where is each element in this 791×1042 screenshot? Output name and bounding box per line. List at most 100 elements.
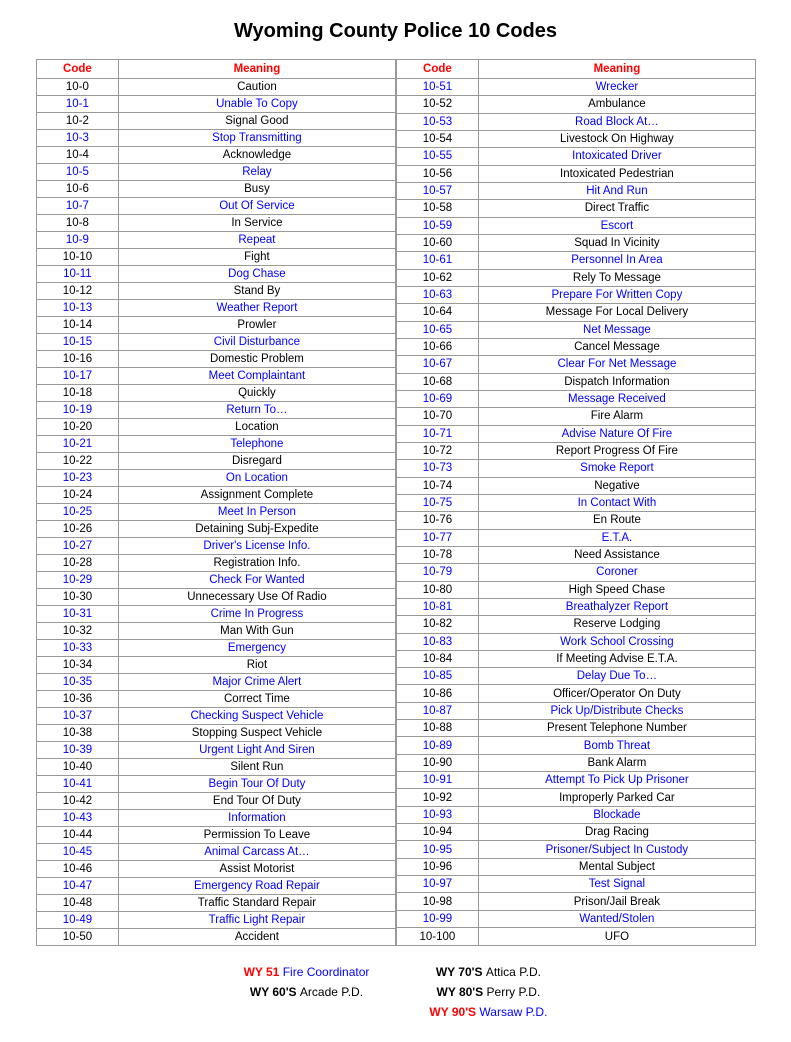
meaning-cell: Correct Time xyxy=(119,691,395,708)
code-cell: 10-96 xyxy=(396,858,479,875)
meaning-cell: Unnecessary Use Of Radio xyxy=(119,589,395,606)
code-cell: 10-1 xyxy=(36,96,119,113)
table-row: 10-50Accident xyxy=(36,929,395,946)
table-row: 10-51Wrecker xyxy=(396,79,755,96)
footer-row: WY 60'S Arcade P.D. WY 80'S Perry P.D. xyxy=(214,982,578,1002)
code-cell: 10-29 xyxy=(36,572,119,589)
meaning-cell: Report Progress Of Fire xyxy=(479,442,755,459)
code-cell: 10-75 xyxy=(396,494,479,511)
meaning-cell: Unable To Copy xyxy=(119,96,395,113)
table-row: 10-97Test Signal xyxy=(396,876,755,893)
table-row: 10-5Relay xyxy=(36,164,395,181)
code-cell: 10-57 xyxy=(396,182,479,199)
meaning-cell: Livestock On Highway xyxy=(479,130,755,147)
table-row: 10-14Prowler xyxy=(36,317,395,334)
table-row: 10-92Improperly Parked Car xyxy=(396,789,755,806)
code-cell: 10-17 xyxy=(36,368,119,385)
meaning-cell: Accident xyxy=(119,929,395,946)
footer-label: WY 80'S xyxy=(437,985,487,999)
meaning-cell: Present Telephone Number xyxy=(479,720,755,737)
code-cell: 10-22 xyxy=(36,453,119,470)
table-row: 10-7Out Of Service xyxy=(36,198,395,215)
table-row: 10-45Animal Carcass At… xyxy=(36,844,395,861)
meaning-cell: In Contact With xyxy=(479,494,755,511)
code-cell: 10-39 xyxy=(36,742,119,759)
code-cell: 10-66 xyxy=(396,338,479,355)
code-cell: 10-72 xyxy=(396,442,479,459)
meaning-cell: Animal Carcass At… xyxy=(119,844,395,861)
footer-cell: WY 60'S Arcade P.D. xyxy=(214,982,400,1002)
meaning-cell: Ambulance xyxy=(479,96,755,113)
code-cell: 10-25 xyxy=(36,504,119,521)
meaning-cell: If Meeting Advise E.T.A. xyxy=(479,650,755,667)
code-cell: 10-65 xyxy=(396,321,479,338)
footer-value: Fire Coordinator xyxy=(283,965,370,979)
code-cell: 10-64 xyxy=(396,304,479,321)
table-row: 10-64Message For Local Delivery xyxy=(396,304,755,321)
meaning-cell: Attempt To Pick Up Prisoner xyxy=(479,772,755,789)
meaning-cell: Major Crime Alert xyxy=(119,674,395,691)
code-cell: 10-94 xyxy=(396,824,479,841)
code-cell: 10-67 xyxy=(396,356,479,373)
meaning-cell: Test Signal xyxy=(479,876,755,893)
table-row: 10-39Urgent Light And Siren xyxy=(36,742,395,759)
meaning-cell: Prisoner/Subject In Custody xyxy=(479,841,755,858)
table-row: 10-44Permission To Leave xyxy=(36,827,395,844)
meaning-cell: Caution xyxy=(119,79,395,96)
meaning-cell: Road Block At… xyxy=(479,113,755,130)
table-row: 10-52Ambulance xyxy=(396,96,755,113)
meaning-cell: Coroner xyxy=(479,564,755,581)
meaning-cell: Advise Nature Of Fire xyxy=(479,425,755,442)
table-row: 10-78Need Assistance xyxy=(396,546,755,563)
code-cell: 10-26 xyxy=(36,521,119,538)
meaning-cell: High Speed Chase xyxy=(479,581,755,598)
meaning-cell: Stop Transmitting xyxy=(119,130,395,147)
table-row: 10-33Emergency xyxy=(36,640,395,657)
meaning-cell: Check For Wanted xyxy=(119,572,395,589)
table-row: 10-34Riot xyxy=(36,657,395,674)
table-row: 10-53Road Block At… xyxy=(396,113,755,130)
table-row: 10-40Silent Run xyxy=(36,759,395,776)
meaning-cell: Domestic Problem xyxy=(119,351,395,368)
table-row: 10-15Civil Disturbance xyxy=(36,334,395,351)
table-row: 10-57Hit And Run xyxy=(396,182,755,199)
footer-value: Perry P.D. xyxy=(487,985,541,999)
table1-header-code: Code xyxy=(36,60,119,79)
meaning-cell: Breathalyzer Report xyxy=(479,598,755,615)
code-cell: 10-9 xyxy=(36,232,119,249)
code-cell: 10-78 xyxy=(396,546,479,563)
meaning-cell: Message Received xyxy=(479,390,755,407)
code-cell: 10-38 xyxy=(36,725,119,742)
footer-label: WY 60'S xyxy=(250,985,300,999)
meaning-cell: Improperly Parked Car xyxy=(479,789,755,806)
table-row: 10-63Prepare For Written Copy xyxy=(396,286,755,303)
code-cell: 10-97 xyxy=(396,876,479,893)
table-left: Code Meaning 10-0Caution10-1Unable To Co… xyxy=(36,59,396,946)
table-row: 10-16Domestic Problem xyxy=(36,351,395,368)
meaning-cell: Delay Due To… xyxy=(479,668,755,685)
code-cell: 10-63 xyxy=(396,286,479,303)
code-cell: 10-37 xyxy=(36,708,119,725)
meaning-cell: Direct Traffic xyxy=(479,200,755,217)
table-row: 10-49Traffic Light Repair xyxy=(36,912,395,929)
footer: WY 51 Fire CoordinatorWY 70'S Attica P.D… xyxy=(30,962,761,1022)
code-cell: 10-21 xyxy=(36,436,119,453)
table-row: 10-96Mental Subject xyxy=(396,858,755,875)
table-row: 10-69Message Received xyxy=(396,390,755,407)
meaning-cell: Repeat xyxy=(119,232,395,249)
code-cell: 10-30 xyxy=(36,589,119,606)
table-row: 10-67Clear For Net Message xyxy=(396,356,755,373)
meaning-cell: Quickly xyxy=(119,385,395,402)
meaning-cell: Meet Complaintant xyxy=(119,368,395,385)
code-cell: 10-86 xyxy=(396,685,479,702)
code-cell: 10-13 xyxy=(36,300,119,317)
meaning-cell: Smoke Report xyxy=(479,460,755,477)
meaning-cell: Intoxicated Driver xyxy=(479,148,755,165)
table-row: 10-79Coroner xyxy=(396,564,755,581)
meaning-cell: Personnel In Area xyxy=(479,252,755,269)
meaning-cell: Work School Crossing xyxy=(479,633,755,650)
code-cell: 10-10 xyxy=(36,249,119,266)
meaning-cell: Relay xyxy=(119,164,395,181)
code-cell: 10-80 xyxy=(396,581,479,598)
footer-table: WY 51 Fire CoordinatorWY 70'S Attica P.D… xyxy=(214,962,578,1022)
